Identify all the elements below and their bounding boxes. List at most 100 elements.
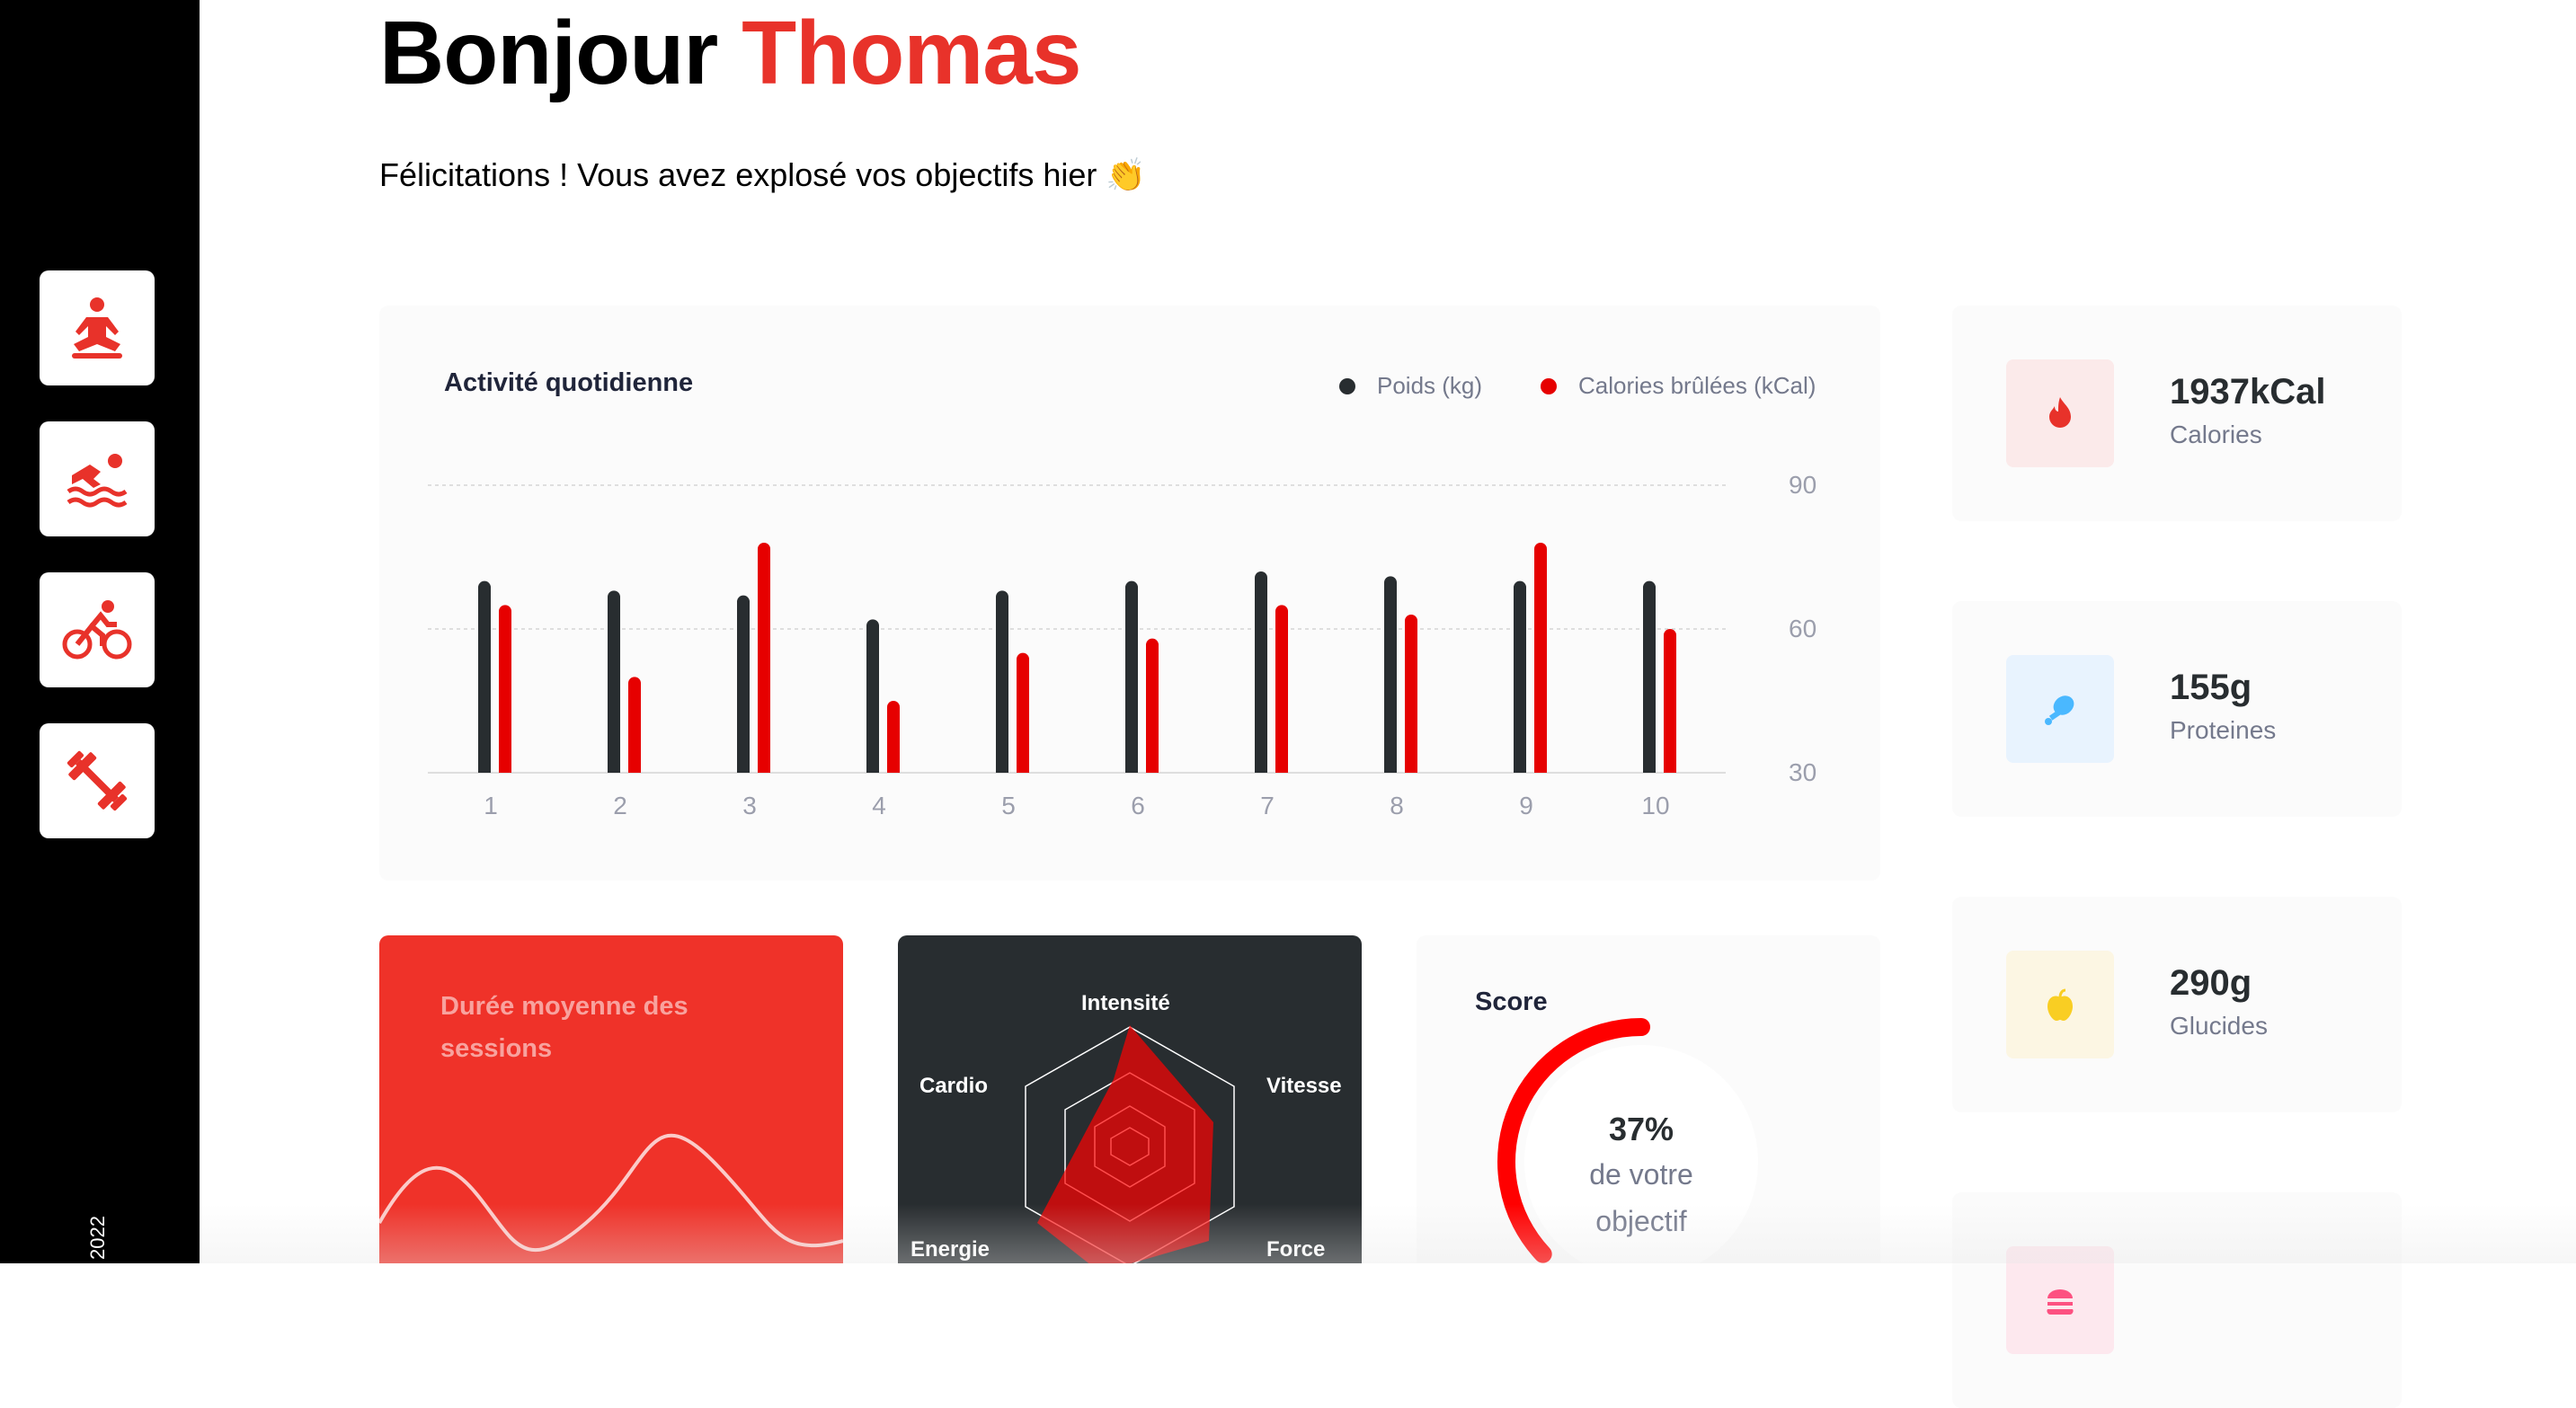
flame-icon-box [2006,359,2114,467]
average-sessions-card: Durée moyenne des sessions [379,935,843,1263]
weight-bar [478,580,491,773]
x-tick-label: 5 [1001,792,1016,819]
calories-label: Calories [2170,421,2262,448]
calories-bar-base [1146,766,1159,773]
y-tick-label: 30 [1789,758,1817,786]
page-title: Bonjour Thomas [379,3,1081,103]
weight-bar-base [1384,766,1397,773]
calories-bar [1275,605,1288,773]
weight-bar-base [737,766,750,773]
weight-bar [866,619,879,773]
calories-bar-base [758,766,770,773]
x-tick-label: 3 [742,792,757,819]
calories-bar-base [1405,766,1417,773]
radar-label-speed: Vitesse [1266,1074,1342,1098]
score-arc [1497,1018,1650,1263]
performance-radar [1025,1025,1235,1263]
nutrition-card-lipids [1952,1192,2402,1408]
calories-bar [499,605,511,773]
legend-dot-black [1339,377,1355,394]
weight-bar [608,590,620,773]
weight-bar [737,595,750,773]
calories-bar [1664,629,1676,773]
weight-bar-base [996,766,1008,773]
x-tick-label: 7 [1260,792,1275,819]
radar-label-energy: Energie [910,1237,990,1262]
sidebar-item-bodybuilding[interactable] [40,723,155,838]
calories-bar-base [1664,766,1676,773]
radar-label-cardio: Cardio [919,1074,989,1098]
sidebar-item-yoga[interactable] [40,270,155,385]
congrats-message: Félicitations ! Vous avez explosé vos ob… [379,156,1147,193]
legend-calories-label: Calories brûlées (kCal) [1578,372,1817,399]
weight-bar [1514,580,1526,773]
carbs-value: 290g [2170,963,2252,1003]
calories-bar [1146,638,1159,773]
proteins-value: 155g [2170,668,2252,707]
x-tick-label: 9 [1519,792,1533,819]
copyright-text: 2022 [86,1216,109,1260]
weight-bar-base [1643,766,1656,773]
user-name: Thomas [742,3,1081,103]
calories-bar-base [887,766,900,773]
calories-bar-base [499,766,511,773]
cycling-icon [62,600,132,660]
weight-bar [1643,580,1656,773]
performance-card: Intensité Vitesse Force Energie Cardio [898,935,1362,1263]
x-tick-label: 6 [1131,792,1145,819]
weight-bar [1125,580,1138,773]
average-sessions-chart [379,1133,843,1252]
calories-value: 1937kCal [2170,372,2326,412]
chicken-leg-icon [2045,695,2074,725]
radar-area [1037,1025,1213,1263]
apple-icon-box [2006,951,2114,1058]
calories-bar-base [1275,766,1288,773]
weight-bar [1384,576,1397,773]
sessions-line [379,1133,843,1252]
greeting-word: Bonjour [379,3,718,103]
calories-bar-base [1534,766,1547,773]
weight-bar-base [1125,766,1138,773]
weight-bar-base [478,766,491,773]
nutrition-card-calories: 1937kCal Calories [1952,306,2402,521]
chicken-leg-icon-box [2006,655,2114,763]
apple-icon [2047,988,2073,1021]
dumbbell-icon [67,750,128,811]
proteins-label: Proteines [2170,716,2277,744]
weight-bar-base [608,766,620,773]
weight-bar [1255,571,1267,773]
weight-bar-base [1514,766,1526,773]
radar-label-intensity: Intensité [1081,991,1170,1015]
flame-icon [2049,397,2071,428]
calories-bar-base [628,766,641,773]
x-tick-label: 8 [1390,792,1404,819]
y-tick-label: 60 [1789,615,1817,642]
score-gauge [1497,1018,1650,1263]
swimming-icon [67,454,128,508]
radar-label-strength: Force [1266,1237,1326,1262]
x-tick-label: 2 [613,792,627,819]
x-tick-label: 4 [872,792,886,819]
sidebar: 2022 [0,0,200,1263]
y-tick-label: 90 [1789,471,1817,499]
carbs-label: Glucides [2170,1012,2268,1040]
daily-activity-card: 90 60 30 1 2 3 4 5 6 7 8 9 10 Activité quotidienne P… [379,306,1880,881]
calories-bar [887,701,900,773]
burger-icon [2047,1289,2074,1315]
chart-title: Activité quotidienne [444,368,694,397]
yoga-icon [72,297,122,359]
sidebar-item-swimming[interactable] [40,421,155,536]
sidebar-item-cycling[interactable] [40,572,155,687]
burger-icon-box [2006,1246,2114,1354]
legend-dot-red [1541,377,1557,394]
weight-bar-base [1255,766,1267,773]
legend-calories: Calories brûlées (kCal) [1541,372,1816,400]
nutrition-card-carbs: 290g Glucides [1952,897,2402,1112]
x-tick-label: 1 [484,792,498,819]
weight-bar-base [866,766,879,773]
score-card: Score 37% de votre objectif [1417,935,1880,1263]
calories-bar [758,543,770,773]
legend-weight-label: Poids (kg) [1377,372,1483,399]
calories-bar [1017,652,1029,773]
weight-bar [996,590,1008,773]
